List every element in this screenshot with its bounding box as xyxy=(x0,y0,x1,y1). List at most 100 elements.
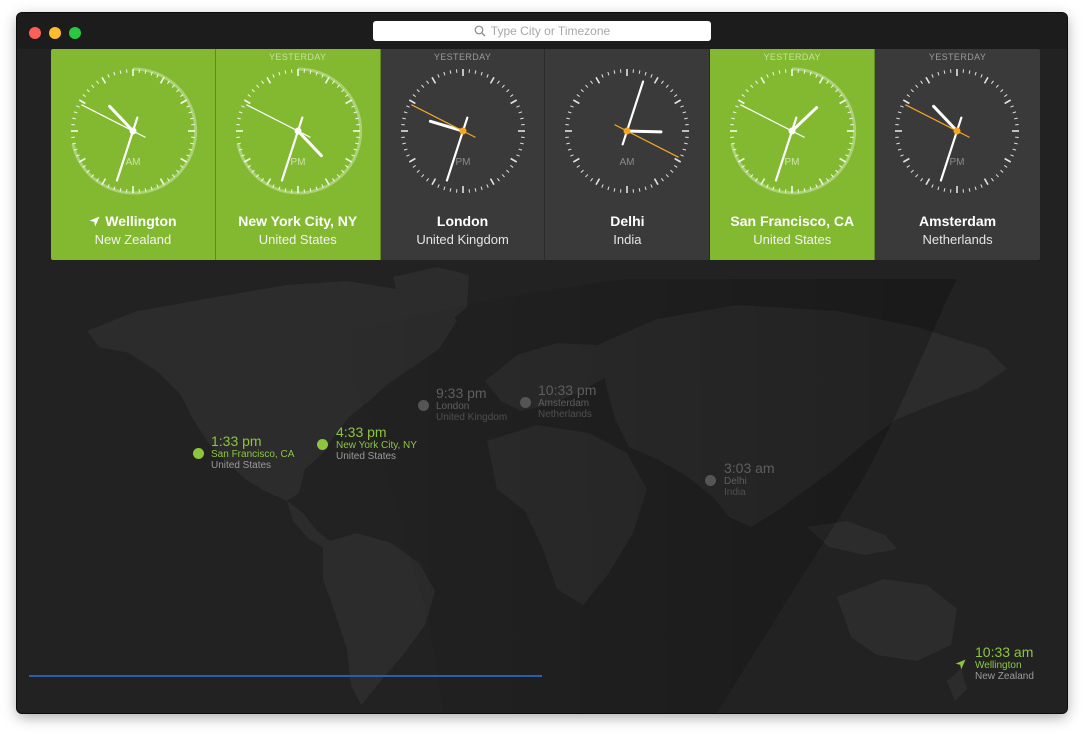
clock-tick xyxy=(590,178,594,182)
clock-tick xyxy=(489,76,495,84)
clock-tick xyxy=(674,164,678,168)
clock-tick xyxy=(566,117,571,120)
clock-tick xyxy=(82,94,86,98)
clock-tick xyxy=(601,74,605,78)
clock-tick xyxy=(568,148,573,151)
clock-tick xyxy=(995,174,999,178)
clock-tick xyxy=(819,76,825,84)
zoom-button[interactable] xyxy=(69,27,81,39)
clock-tick xyxy=(509,164,514,168)
pin-time: 9:33 pm xyxy=(436,385,487,401)
pin-city: Amsterdam xyxy=(538,398,590,409)
clock-tick xyxy=(324,178,330,186)
clock-tick xyxy=(661,178,665,182)
clock-card-delhi[interactable]: AM Delhi India xyxy=(545,49,711,260)
clock-tick xyxy=(1004,99,1012,105)
clock-tick xyxy=(745,89,750,93)
clock-tick xyxy=(78,99,86,105)
location-arrow-icon xyxy=(89,216,100,227)
clock-tick xyxy=(585,174,589,178)
clock-center xyxy=(953,127,961,135)
clock-card-amsterdam[interactable]: YESTERDAY PM Amsterdam Netherlands xyxy=(875,49,1040,260)
clock-tick xyxy=(255,84,260,88)
clock-face: PM xyxy=(400,69,525,193)
clock-tick xyxy=(480,186,483,191)
clock-tick xyxy=(778,70,781,74)
clock-tick xyxy=(645,71,648,76)
clock-tick xyxy=(340,89,345,93)
minimize-button[interactable] xyxy=(49,27,61,39)
clock-tick xyxy=(144,188,147,192)
clock-card-wellington[interactable]: AM Wellington New Zealand xyxy=(51,49,216,260)
clock-tick xyxy=(485,184,489,188)
search-placeholder: Type City or Timezone xyxy=(490,24,611,38)
hour-hand xyxy=(932,104,959,133)
clock-tick xyxy=(416,169,420,173)
clock-tick xyxy=(501,174,505,178)
clock-tick xyxy=(991,178,994,182)
close-button[interactable] xyxy=(29,27,41,39)
clock-tick xyxy=(835,169,839,173)
pin-city: San Francisco, CA xyxy=(211,449,295,460)
pin-time: 10:33 am xyxy=(975,644,1034,660)
clock-tick xyxy=(898,148,902,151)
hour-hand xyxy=(625,129,663,134)
clock-tick xyxy=(1012,111,1017,114)
clock-tick xyxy=(443,71,446,76)
progress-line xyxy=(29,675,542,677)
clock-tick xyxy=(284,70,287,74)
clock-tick xyxy=(436,184,440,188)
clock-tick xyxy=(144,70,147,74)
clock-tick xyxy=(176,89,180,93)
clock-card-san-francisco[interactable]: YESTERDAY PM San Francisco, CA United St… xyxy=(710,49,876,260)
clock-card-new-york[interactable]: YESTERDAY PM New York City, NY United St… xyxy=(215,49,381,260)
clock-country: United States xyxy=(753,232,832,247)
clock-tick xyxy=(733,111,737,114)
clock-tick xyxy=(73,111,78,114)
clock-tick xyxy=(666,174,670,178)
clock-tick xyxy=(974,71,977,76)
clock-tick xyxy=(900,105,904,108)
clock-tick xyxy=(408,99,416,105)
clock-tick xyxy=(509,94,514,98)
clock-tick xyxy=(345,99,352,105)
clock-tick xyxy=(735,105,740,108)
clock-tick xyxy=(113,71,116,76)
clock-tick xyxy=(401,142,406,145)
clock-tick xyxy=(190,142,194,145)
ampm-label: AM xyxy=(126,157,141,168)
clock-tick xyxy=(420,84,424,88)
clock-center xyxy=(129,127,137,135)
yesterday-label: YESTERDAY xyxy=(928,52,987,62)
clock-tick xyxy=(684,117,689,120)
clock-face: PM xyxy=(895,69,1020,193)
pin-dot xyxy=(317,439,328,450)
clock-card-london[interactable]: YESTERDAY PM London United Kingdom xyxy=(380,49,546,260)
clock-tick xyxy=(260,80,264,84)
clock-tick xyxy=(968,188,971,192)
clock-tick xyxy=(171,174,175,178)
yesterday-label: YESTERDAY xyxy=(763,52,821,62)
clock-tick xyxy=(238,111,243,114)
clock-tick xyxy=(180,94,184,98)
clock-tick xyxy=(412,164,416,168)
clock-tick xyxy=(755,80,759,84)
clock-tick xyxy=(403,148,408,151)
search-input[interactable]: Type City or Timezone xyxy=(373,21,711,41)
clock-country: New Zealand xyxy=(94,232,172,247)
clock-tick xyxy=(180,99,188,105)
clock-tick xyxy=(240,105,245,108)
app-window: Type City or Timezone AM Wellington New … xyxy=(17,13,1067,713)
clock-tick xyxy=(684,142,689,145)
clock-tick xyxy=(272,74,275,78)
clock-tick xyxy=(585,84,589,88)
clock-tick xyxy=(190,117,194,120)
minute-hand xyxy=(115,116,139,182)
clock-tick xyxy=(159,76,165,84)
clock-tick xyxy=(925,178,931,186)
pin-country: New Zealand xyxy=(975,671,1034,682)
clock-tick xyxy=(186,105,190,108)
clock-tick xyxy=(778,188,781,192)
pin-city: London xyxy=(436,401,470,412)
clock-tick xyxy=(650,74,654,78)
